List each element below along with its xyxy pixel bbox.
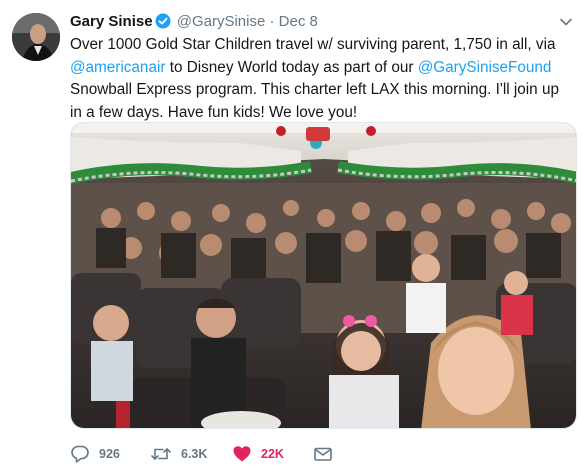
separator-dot: · xyxy=(269,13,275,30)
direct-message-button[interactable] xyxy=(313,443,333,465)
like-button[interactable]: 22K xyxy=(232,443,284,465)
speech-bubble-icon xyxy=(70,444,90,464)
retweet-arrows-icon xyxy=(150,444,172,464)
avatar[interactable] xyxy=(12,13,60,61)
mention-link[interactable]: @GarySiniseFound xyxy=(418,59,552,76)
tweet-text: Over 1000 Gold Star Children travel w/ s… xyxy=(70,34,575,124)
avatar-image xyxy=(12,13,60,61)
tweet-photo[interactable] xyxy=(70,122,577,429)
mention-link[interactable]: @americanair xyxy=(70,59,165,76)
reply-count: 926 xyxy=(99,447,120,461)
tweet-text-segment: Snowball Express program. This charter l… xyxy=(70,81,559,121)
retweet-count: 6.3K xyxy=(181,447,208,461)
airplane-cabin-photo xyxy=(71,123,576,428)
tweet-date[interactable]: Dec 8 xyxy=(279,13,318,30)
author-name[interactable]: Gary Sinise xyxy=(70,13,153,30)
like-count: 22K xyxy=(261,447,284,461)
retweet-button[interactable]: 6.3K xyxy=(150,443,207,465)
tweet-text-segment: to Disney World today as part of our xyxy=(165,58,418,76)
heart-icon xyxy=(232,444,252,464)
tweet-text-segment: Over 1000 Gold Star Children travel w/ s… xyxy=(70,36,556,53)
author-handle[interactable]: @GarySinise xyxy=(177,13,266,30)
reply-button[interactable]: 926 xyxy=(70,443,120,465)
more-options-chevron-icon[interactable] xyxy=(558,14,574,30)
envelope-icon xyxy=(313,444,333,464)
tweet-header: Gary Sinise @GarySinise · Dec 8 xyxy=(70,12,318,35)
verified-badge-icon xyxy=(155,13,171,35)
